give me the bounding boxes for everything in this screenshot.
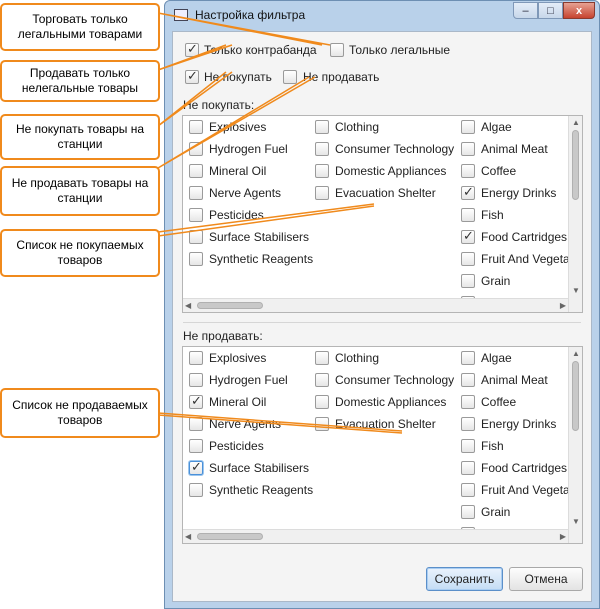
callout-no-sell: Не продавать товары на станции <box>0 166 160 216</box>
callout-no-buy: Не покупать товары на станции <box>0 114 160 160</box>
callout-only-legal: Торговать только легальными товарами <box>0 3 160 51</box>
callout-only-contraband: Продавать только нелегальные товары <box>0 60 160 102</box>
callout-no-sell-list: Список не продаваемых товаров <box>0 388 160 438</box>
callout-no-buy-list: Список не покупаемых товаров <box>0 229 160 277</box>
